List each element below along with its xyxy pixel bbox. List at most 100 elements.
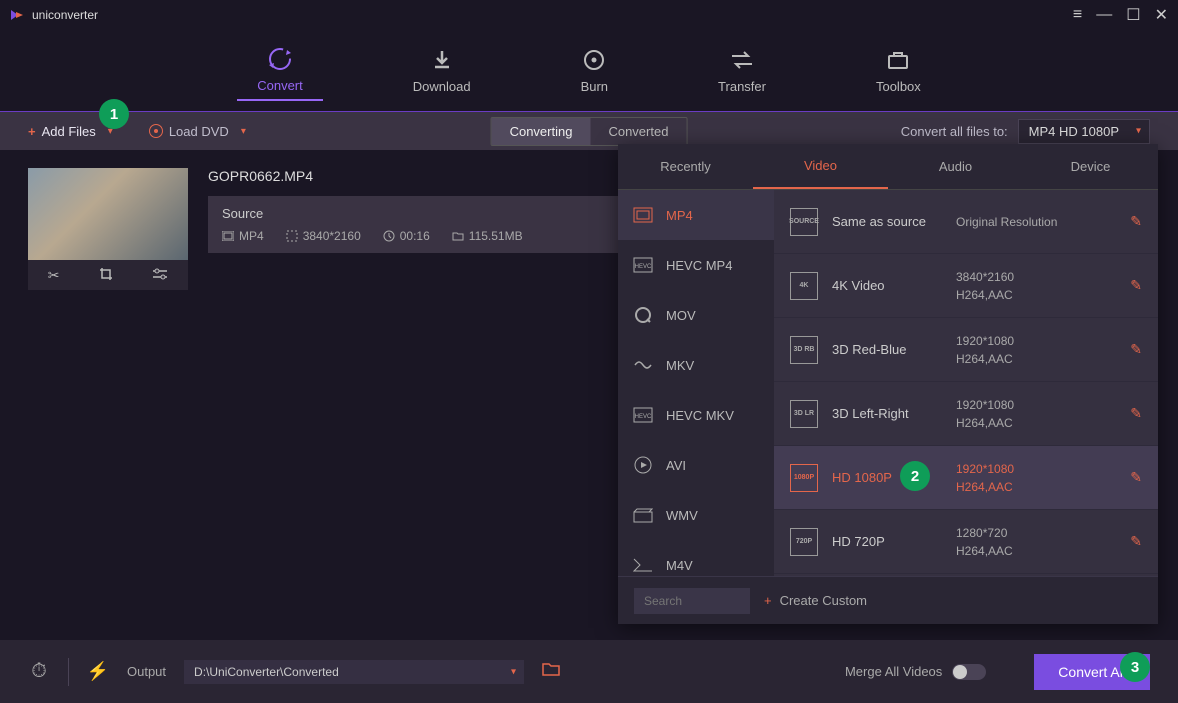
- format-avi[interactable]: AVI: [618, 440, 774, 490]
- edit-preset-icon[interactable]: ✎: [1130, 533, 1142, 550]
- nav-toolbox[interactable]: Toolbox: [856, 41, 941, 100]
- seg-converted[interactable]: Converted: [590, 118, 686, 145]
- format-mkv[interactable]: MKV: [618, 340, 774, 390]
- trim-icon[interactable]: ✂: [48, 267, 60, 284]
- preset-icon: 4K: [790, 272, 818, 300]
- resolution-details: 1920*1080H264,AAC: [956, 460, 1116, 496]
- load-dvd-label: Load DVD: [169, 124, 229, 139]
- hevc-icon: HEVC: [632, 406, 654, 424]
- resolution-hd1080p[interactable]: 1080PHD 1080P1920*1080H264,AAC✎: [774, 446, 1158, 510]
- format-label: HEVC MP4: [666, 258, 732, 273]
- quicktime-icon: [632, 306, 654, 324]
- nav-label: Toolbox: [876, 79, 921, 94]
- resolution-4k[interactable]: 4K4K Video3840*2160H264,AAC✎: [774, 254, 1158, 318]
- format-label: HEVC MKV: [666, 408, 734, 423]
- preset-icon: 3D RB: [790, 336, 818, 364]
- format-hevcmkv[interactable]: HEVC HEVC MKV: [618, 390, 774, 440]
- tab-recently[interactable]: Recently: [618, 144, 753, 189]
- edit-toolbar: ✂: [28, 260, 188, 290]
- output-path-dropdown[interactable]: D:\UniConverter\Converted ▾: [184, 660, 524, 684]
- tab-video[interactable]: Video: [753, 144, 888, 189]
- add-files-label: Add Files: [42, 124, 96, 139]
- download-icon: [429, 47, 455, 73]
- nav-transfer[interactable]: Transfer: [698, 41, 786, 100]
- titlebar: uniconverter ≡ — ☐ ✕: [0, 0, 1178, 30]
- file-format: MP4: [239, 229, 264, 243]
- tab-device[interactable]: Device: [1023, 144, 1158, 189]
- transfer-icon: [729, 47, 755, 73]
- edit-preset-icon[interactable]: ✎: [1130, 277, 1142, 294]
- status-segment: Converting Converted: [491, 117, 688, 146]
- preset-icon: 3D LR: [790, 400, 818, 428]
- resolution-3d-redblue[interactable]: 3D RB3D Red-Blue1920*1080H264,AAC✎: [774, 318, 1158, 382]
- merge-toggle[interactable]: [952, 664, 986, 680]
- seg-converting[interactable]: Converting: [492, 118, 591, 145]
- nav-label: Burn: [581, 79, 608, 94]
- edit-preset-icon[interactable]: ✎: [1130, 405, 1142, 422]
- film-icon: [632, 556, 654, 574]
- hevc-icon: HEVC: [632, 256, 654, 274]
- chevron-down-icon: ▾: [1136, 126, 1141, 137]
- chevron-down-icon: ▾: [511, 666, 516, 677]
- open-folder-icon[interactable]: [542, 662, 560, 681]
- format-mov[interactable]: MOV: [618, 290, 774, 340]
- format-panel: Recently Video Audio Device MP4 HEVCHEVC…: [618, 144, 1158, 624]
- preset-icon: 1080P: [790, 464, 818, 492]
- crop-icon[interactable]: [99, 267, 113, 284]
- close-icon[interactable]: ✕: [1155, 5, 1168, 25]
- edit-preset-icon[interactable]: ✎: [1130, 341, 1142, 358]
- resolution-same-as-source[interactable]: SOURCESame as sourceOriginal Resolution✎: [774, 190, 1158, 254]
- format-list: MP4 HEVC HEVC MP4 MOV MKV HEVC HEVC MKV AV…: [618, 190, 774, 576]
- step-badge-1: 1: [99, 99, 129, 129]
- load-dvd-button[interactable]: Load DVD ▾: [149, 124, 246, 139]
- adjust-icon[interactable]: [152, 267, 168, 283]
- clapper-icon: [632, 506, 654, 524]
- svg-text:HEVC: HEVC: [635, 264, 652, 270]
- format-wmv[interactable]: WMV: [618, 490, 774, 540]
- format-label: WMV: [666, 508, 698, 523]
- preset-icon: 720P: [790, 528, 818, 556]
- resolution-3d-leftright[interactable]: 3D LR3D Left-Right1920*1080H264,AAC✎: [774, 382, 1158, 446]
- edit-preset-icon[interactable]: ✎: [1130, 213, 1142, 230]
- svg-text:HEVC: HEVC: [635, 414, 652, 420]
- maximize-icon[interactable]: ☐: [1126, 5, 1140, 25]
- create-custom-label: Create Custom: [780, 593, 867, 608]
- minimize-icon[interactable]: —: [1096, 6, 1112, 24]
- format-label: MKV: [666, 358, 694, 373]
- tab-audio[interactable]: Audio: [888, 144, 1023, 189]
- output-path-value: D:\UniConverter\Converted: [194, 665, 339, 679]
- convert-all-to-label: Convert all files to:: [901, 124, 1008, 139]
- edit-preset-icon[interactable]: ✎: [1130, 469, 1142, 486]
- main-nav: Convert Download Burn Transfer Toolbox: [0, 30, 1178, 112]
- gpu-accel-icon[interactable]: ⚡: [87, 661, 109, 683]
- plus-icon: +: [764, 593, 772, 608]
- format-hevcmp4[interactable]: HEVC HEVC MP4: [618, 240, 774, 290]
- nav-label: Transfer: [718, 79, 766, 94]
- format-m4v[interactable]: M4V: [618, 540, 774, 576]
- nav-download[interactable]: Download: [393, 41, 491, 100]
- format-label: AVI: [666, 458, 686, 473]
- video-thumbnail[interactable]: [28, 168, 188, 260]
- clock-icon[interactable]: ⏱: [28, 661, 50, 683]
- preset-icon: SOURCE: [790, 208, 818, 236]
- nav-convert[interactable]: Convert: [237, 40, 323, 101]
- step-badge-2: 2: [900, 461, 930, 491]
- resolution-details: 1920*1080H264,AAC: [956, 396, 1116, 432]
- app-logo-icon: [10, 8, 24, 22]
- disc-icon: [581, 47, 607, 73]
- search-input[interactable]: [634, 588, 750, 614]
- resolution-hd720p[interactable]: 720PHD 720P1280*720H264,AAC✎: [774, 510, 1158, 574]
- refresh-icon: [267, 46, 293, 72]
- create-custom-button[interactable]: + Create Custom: [764, 593, 867, 608]
- nav-burn[interactable]: Burn: [561, 41, 628, 100]
- output-format-dropdown[interactable]: MP4 HD 1080P ▾: [1018, 119, 1150, 144]
- disc-small-icon: [149, 124, 163, 138]
- menu-icon[interactable]: ≡: [1073, 6, 1082, 24]
- format-mp4[interactable]: MP4: [618, 190, 774, 240]
- resolution-details: 1280*720H264,AAC: [956, 524, 1116, 560]
- folder-icon: [452, 231, 464, 241]
- play-circle-icon: [632, 456, 654, 474]
- add-files-button[interactable]: + Add Files ▾: [28, 124, 113, 139]
- resolution-icon: [286, 230, 298, 242]
- mkv-icon: [632, 356, 654, 374]
